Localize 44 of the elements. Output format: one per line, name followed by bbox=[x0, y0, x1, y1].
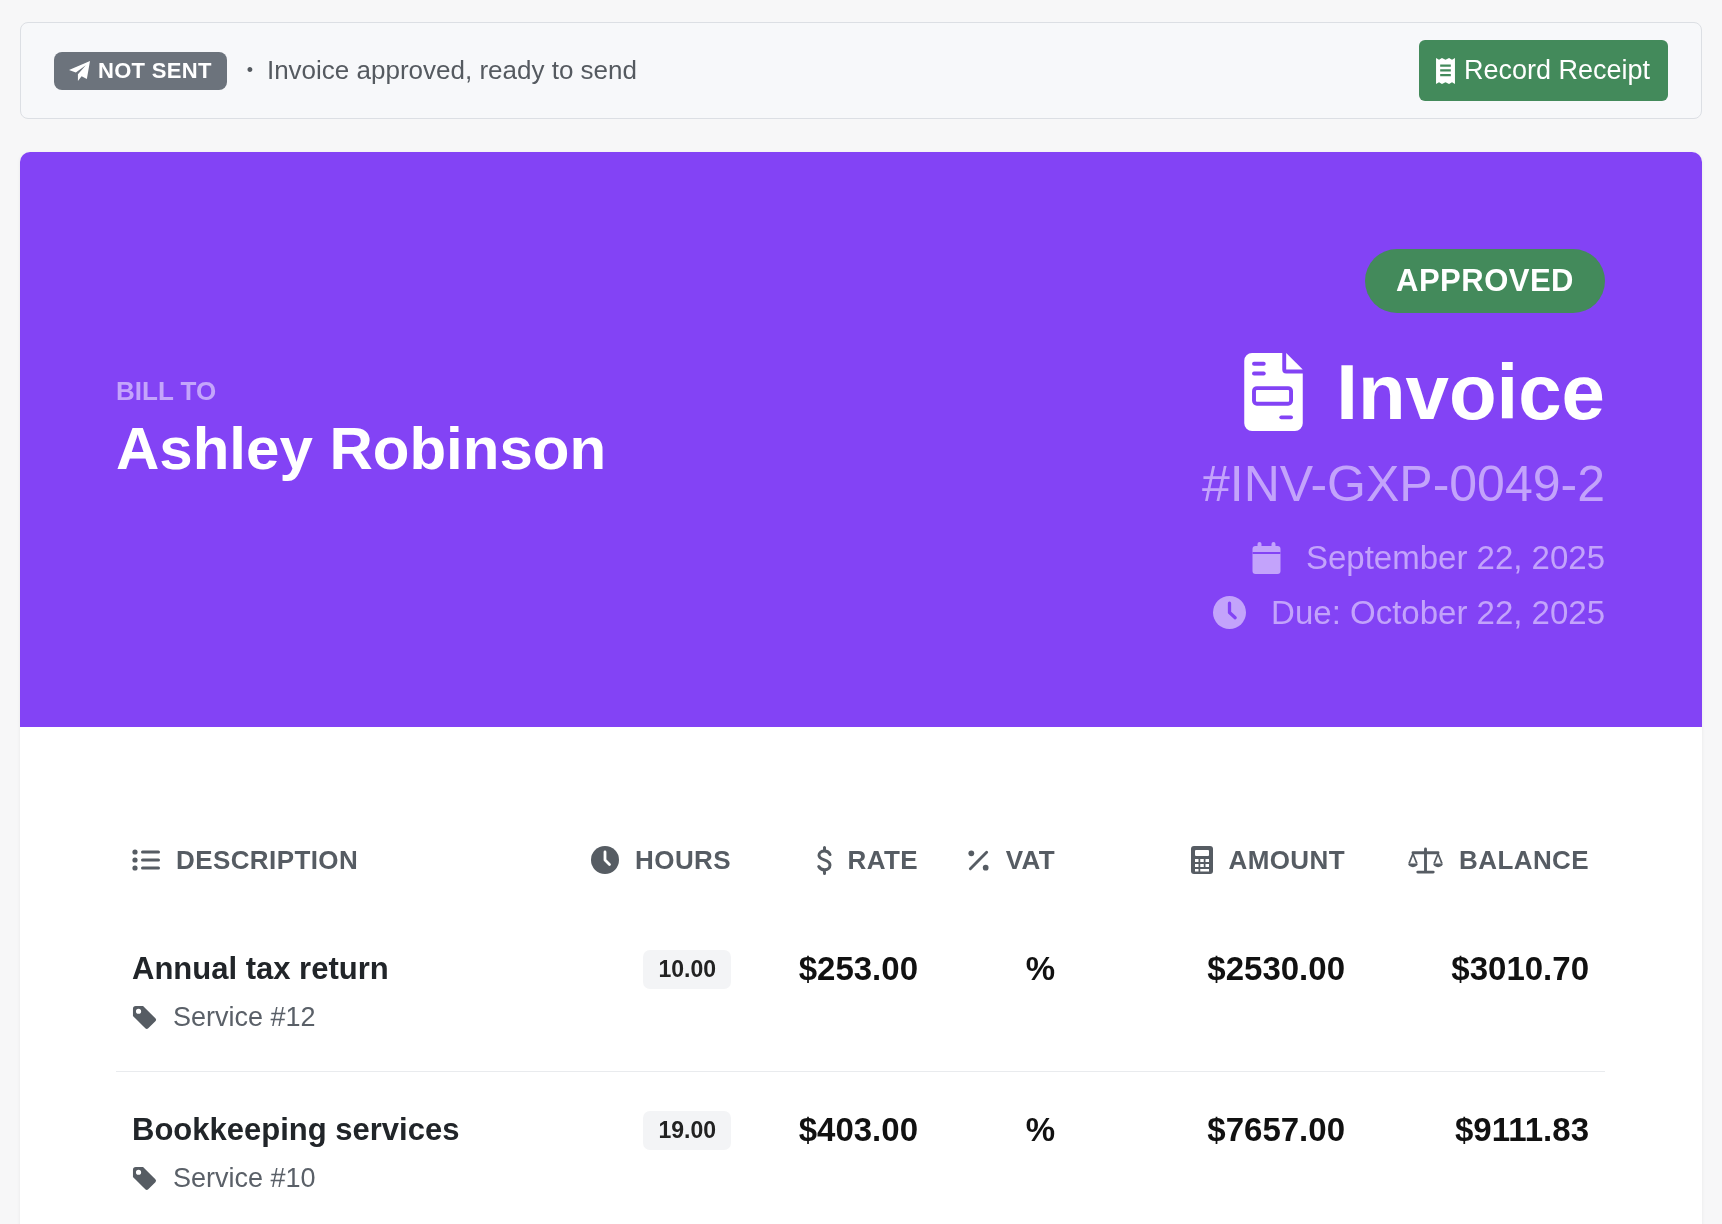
amount-value: $2530.00 bbox=[1207, 949, 1345, 989]
record-receipt-button[interactable]: Record Receipt bbox=[1418, 40, 1668, 101]
invoice-document-icon bbox=[1244, 352, 1304, 431]
tag-icon bbox=[132, 1004, 157, 1030]
amount-value: $7657.00 bbox=[1207, 1110, 1345, 1150]
calendar-icon bbox=[1251, 541, 1281, 574]
invoice-title: Invoice bbox=[1336, 351, 1605, 432]
percent-icon bbox=[966, 848, 990, 872]
client-name: Ashley Robinson bbox=[116, 413, 607, 484]
item-description: Bookkeeping services bbox=[132, 1111, 461, 1149]
balance-value: $3010.70 bbox=[1451, 949, 1589, 989]
tag-icon bbox=[132, 1165, 157, 1191]
issue-date: September 22, 2025 bbox=[1305, 539, 1605, 576]
status-message: Invoice approved, ready to send bbox=[266, 55, 637, 86]
column-header: DESCRIPTION bbox=[176, 844, 359, 876]
balance-value: $9111.83 bbox=[1455, 1110, 1589, 1150]
paper-plane-icon bbox=[69, 60, 90, 81]
receipt-icon bbox=[1435, 57, 1455, 84]
bill-to-label: BILL TO bbox=[116, 375, 217, 406]
item-reference: Service #12 bbox=[173, 1001, 316, 1033]
status-badge: APPROVED bbox=[1365, 248, 1605, 313]
item-description: Annual tax return bbox=[132, 950, 390, 988]
column-header: HOURS bbox=[635, 844, 731, 876]
balance-scale-icon bbox=[1408, 846, 1444, 874]
list-icon bbox=[132, 849, 160, 871]
hours-value: 10.00 bbox=[643, 949, 731, 989]
vat-value: % bbox=[1025, 1110, 1055, 1150]
dollar-icon bbox=[816, 845, 832, 875]
calculator-icon bbox=[1190, 846, 1213, 874]
rate-value: $253.00 bbox=[798, 949, 918, 989]
column-header: VAT bbox=[1005, 844, 1055, 876]
column-header: AMOUNT bbox=[1228, 844, 1345, 876]
status-text: NOT SENT bbox=[98, 57, 212, 84]
column-header: BALANCE bbox=[1459, 844, 1589, 876]
rate-value: $403.00 bbox=[798, 1110, 918, 1150]
clock-icon bbox=[591, 846, 620, 874]
item-reference: Service #10 bbox=[173, 1162, 316, 1194]
invoice-number: #INV-GXP-0049-2 bbox=[1202, 458, 1605, 509]
clock-icon bbox=[1213, 596, 1247, 629]
due-date: Due: October 22, 2025 bbox=[1271, 594, 1605, 631]
hours-value: 19.00 bbox=[643, 1110, 731, 1150]
vat-value: % bbox=[1025, 949, 1055, 989]
column-header: RATE bbox=[847, 844, 918, 876]
separator: • bbox=[246, 60, 253, 81]
